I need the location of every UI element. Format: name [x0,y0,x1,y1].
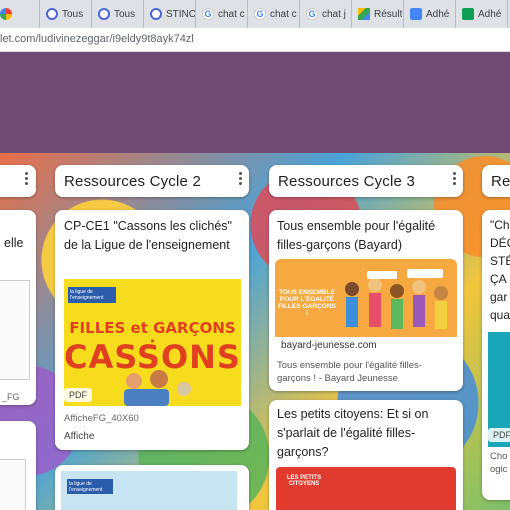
title-line: ÇA [490,272,507,286]
browser-tab[interactable]: G chat c [196,0,248,28]
browser-tab[interactable]: Tous [40,0,92,28]
title-line: STÉ [490,254,510,268]
c-icon [98,8,110,20]
card-footer: Cho ogic [490,450,507,476]
post-card[interactable]: la ligue de l'enseignement [55,465,249,510]
card-footer: _FG [2,392,20,402]
browser-tab[interactable] [0,0,40,28]
pdf-badge: PDF [64,388,92,402]
ligue-image: la ligue de l'enseignement [61,471,237,510]
google-icon: G [254,8,266,20]
kids-illustration [124,370,191,406]
ligue-logo: la ligue de l'enseignement [67,479,113,494]
column-header: Res [482,165,510,197]
post-card[interactable] [0,421,36,510]
pdf-badge: PDF [488,428,510,442]
document-preview [0,459,26,510]
ligue-logo: la ligue de l'enseignement [68,287,116,303]
drive-icon [358,8,370,20]
file-name: AfficheFG_40X60 [64,413,139,424]
document-image: PDF [488,332,510,447]
post-card-petits-citoyens[interactable]: Les petits citoyens: Et si on s'parlait … [269,400,463,510]
column-title: Ressources Cycle 2 [64,173,201,190]
url-text[interactable]: let.com/ludivinezeggar/i9eldy9t8ayk74zl [0,33,194,45]
column-header-cycle-3: Ressources Cycle 3 [269,165,463,197]
cassons-poster-image: la ligue de l'enseignement FILLES et GAR… [64,279,241,406]
footer-line: ogic [490,464,508,475]
card-title-fragment: elle [4,236,24,250]
tab-label: Tous [62,8,84,20]
tab-label: chat c [218,8,245,20]
padlet-header [0,52,510,153]
card-title: Les petits citoyens: Et si on s'parlait … [277,407,429,459]
tab-label: chat c [270,8,297,20]
google-icon: G [202,8,214,20]
browser-tab[interactable]: STINC [144,0,196,28]
card-title-fragment: "Ch DÉC STÉ ÇA gar qua [490,216,510,324]
colorful-icon [0,8,12,20]
tab-label: Adhé [478,8,502,20]
browser-tab[interactable]: G chat c [248,0,300,28]
link-domain[interactable]: bayard-jeunesse.com [275,337,457,355]
title-line: "Ch [490,218,510,232]
browser-tab[interactable]: Résult [352,0,404,28]
padlet-wall: elle _FG Ressources Cycle 2 CP-CE1 "Cass… [0,153,510,510]
card-title: Tous ensemble pour l'égalité filles-garç… [277,219,436,252]
column-header-cycle-2: Ressources Cycle 2 [55,165,249,197]
column-title: Ressources Cycle 3 [278,173,415,190]
browser-tab[interactable]: Tous [92,0,144,28]
post-card[interactable]: "Ch DÉC STÉ ÇA gar qua PDF Cho ogic [482,210,510,500]
column-menu-icon[interactable] [450,171,458,187]
title-line: DÉC [490,236,510,250]
card-title: CP-CE1 "Cassons les clichés" de la Ligue… [64,219,232,252]
tab-label: Adhé [426,8,450,20]
column-title: Res [491,173,510,190]
post-card[interactable]: elle _FG [0,210,36,405]
link-description: Tous ensemble pour l'égalité filles-garç… [277,360,422,384]
document-preview [0,280,30,380]
footer-line: Cho [490,451,508,462]
google-icon: G [306,8,318,20]
bayard-image: TOUS ENSEMBLE POUR L'ÉGALITÉ FILLES-GARÇ… [275,259,457,355]
address-bar[interactable]: let.com/ludivinezeggar/i9eldy9t8ayk74zl [0,28,510,52]
sheets-icon [462,8,474,20]
tab-label: chat j [322,8,346,20]
browser-tab-strip: Tous Tous STINC G chat c G chat c G chat… [0,0,510,28]
browser-tab[interactable]: G chat j [300,0,352,28]
browser-tab[interactable]: Adhé [404,0,456,28]
browser-tab[interactable]: Adhé [456,0,508,28]
title-line: gar [490,290,508,304]
petits-citoyens-logo: LES PETITS CITOYENS [286,475,322,487]
tab-label: Résult [374,8,403,20]
tab-label: Tous [114,8,136,20]
post-card-cassons[interactable]: CP-CE1 "Cassons les clichés" de la Ligue… [55,210,249,450]
bayard-headline: TOUS ENSEMBLE POUR L'ÉGALITÉ FILLES-GARÇ… [278,289,336,317]
docs-icon [410,8,422,20]
petits-citoyens-image: LES PETITS CITOYENS [276,467,456,510]
tab-label: STINC [166,8,195,20]
title-line: qua [490,308,510,322]
column-menu-icon[interactable] [236,171,244,187]
card-caption: Affiche [64,431,95,442]
column-menu-icon[interactable] [22,171,30,187]
post-card-bayard[interactable]: Tous ensemble pour l'égalité filles-garç… [269,210,463,391]
column-header [0,165,36,197]
c-icon [150,8,162,20]
c-icon [46,8,58,20]
